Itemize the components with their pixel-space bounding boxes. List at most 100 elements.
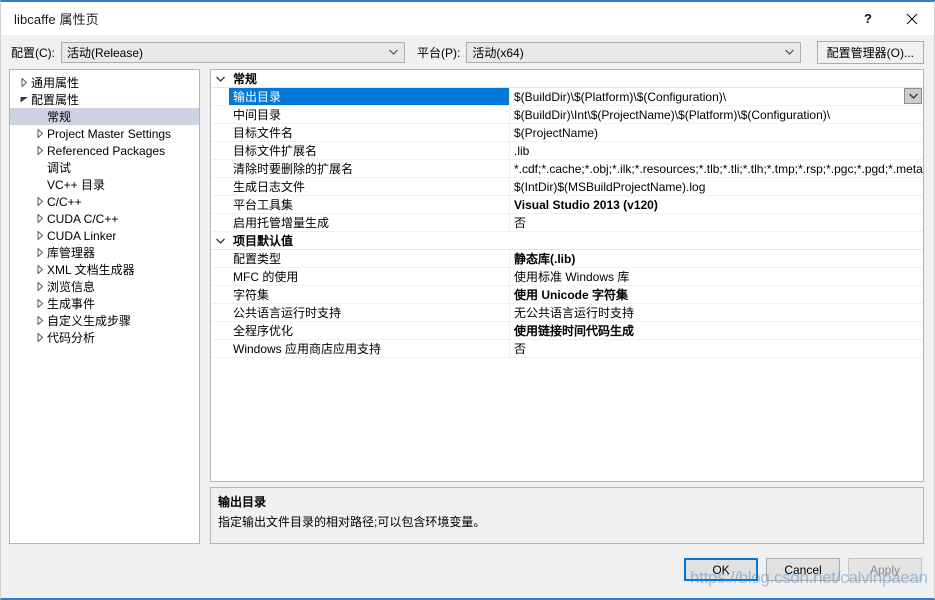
chevron-right-icon[interactable] <box>34 146 47 155</box>
chevron-down-icon[interactable] <box>211 70 229 87</box>
property-name: MFC 的使用 <box>233 270 299 284</box>
sidebar-item[interactable]: 通用属性 <box>10 74 199 91</box>
sidebar-item[interactable]: 生成事件 <box>10 295 199 312</box>
right-panel: 常规 输出目录 $(BuildDir)\$(Platform)\$(Configur… <box>210 69 924 544</box>
property-value[interactable]: $(IntDir)$(MSBuildProjectName).log <box>509 178 923 195</box>
property-value[interactable]: 使用链接时间代码生成 <box>509 322 923 339</box>
chevron-down-icon <box>908 93 918 99</box>
sidebar-item[interactable]: 自定义生成步骤 <box>10 312 199 329</box>
property-row[interactable]: 清除时要删除的扩展名 *.cdf;*.cache;*.obj;*.ilk;*.re… <box>211 160 923 178</box>
chevron-right-icon[interactable] <box>34 333 47 342</box>
chevron-down-icon <box>785 49 795 55</box>
property-row[interactable]: 字符集 使用 Unicode 字符集 <box>211 286 923 304</box>
configuration-manager-button[interactable]: 配置管理器(O)... <box>816 40 924 64</box>
question-mark-icon: ? <box>864 11 872 26</box>
sidebar-item[interactable]: 常规 <box>10 108 199 125</box>
sidebar-item[interactable]: XML 文档生成器 <box>10 261 199 278</box>
row-indent <box>211 124 229 141</box>
property-value[interactable]: 无公共语言运行时支持 <box>509 304 923 321</box>
row-indent <box>211 196 229 213</box>
row-indent <box>211 250 229 267</box>
configuration-bar: 配置(C): 活动(Release) 平台(P): 活动(x64) 配置管理器(… <box>1 35 934 69</box>
value-dropdown-button[interactable] <box>904 88 922 104</box>
property-name: 中间目录 <box>233 108 282 122</box>
property-value[interactable]: $(BuildDir)\$(Platform)\$(Configuration)… <box>509 88 923 105</box>
row-indent <box>211 268 229 285</box>
property-row[interactable]: 生成日志文件 $(IntDir)$(MSBuildProjectName).log <box>211 178 923 196</box>
property-row[interactable]: 中间目录 $(BuildDir)\Int\$(ProjectName)\$(Pla… <box>211 106 923 124</box>
sidebar-item-label: 浏览信息 <box>47 280 96 294</box>
property-section-header[interactable]: 常规 <box>211 70 923 88</box>
property-name: 输出目录 <box>229 88 509 105</box>
row-indent <box>211 160 229 177</box>
property-row[interactable]: 目标文件扩展名 .lib <box>211 142 923 160</box>
property-row[interactable]: 平台工具集 Visual Studio 2013 (v120) <box>211 196 923 214</box>
property-row[interactable]: 目标文件名 $(ProjectName) <box>211 124 923 142</box>
property-value[interactable]: Visual Studio 2013 (v120) <box>509 196 923 213</box>
property-row[interactable]: 启用托管增量生成 否 <box>211 214 923 232</box>
chevron-right-icon[interactable] <box>34 248 47 257</box>
apply-button[interactable]: Apply <box>848 558 922 581</box>
help-button[interactable]: ? <box>846 2 890 35</box>
property-row[interactable]: MFC 的使用 使用标准 Windows 库 <box>211 268 923 286</box>
property-row[interactable]: 公共语言运行时支持 无公共语言运行时支持 <box>211 304 923 322</box>
sidebar-item[interactable]: Project Master Settings <box>10 125 199 142</box>
row-indent <box>211 106 229 123</box>
sidebar-item[interactable]: 浏览信息 <box>10 278 199 295</box>
property-value[interactable]: $(BuildDir)\Int\$(ProjectName)\$(Platfor… <box>509 106 923 123</box>
description-title: 输出目录 <box>218 495 267 509</box>
property-value[interactable]: 否 <box>509 214 923 231</box>
property-value[interactable]: *.cdf;*.cache;*.obj;*.ilk;*.resources;*.… <box>509 160 923 177</box>
chevron-right-icon[interactable] <box>34 299 47 308</box>
configuration-select[interactable]: 活动(Release) <box>61 41 405 63</box>
sidebar-item-label: VC++ 目录 <box>47 178 106 192</box>
property-value[interactable]: 使用 Unicode 字符集 <box>509 286 923 303</box>
platform-select[interactable]: 活动(x64) <box>466 41 802 63</box>
chevron-right-icon[interactable] <box>34 129 47 138</box>
cancel-button[interactable]: Cancel <box>766 558 840 581</box>
chevron-right-icon[interactable] <box>34 197 47 206</box>
chevron-right-icon[interactable] <box>34 265 47 274</box>
property-value[interactable]: $(ProjectName) <box>509 124 923 141</box>
chevron-down-icon[interactable] <box>18 96 31 103</box>
sidebar-item[interactable]: VC++ 目录 <box>10 176 199 193</box>
property-row[interactable]: Windows 应用商店应用支持 否 <box>211 340 923 358</box>
row-indent <box>211 322 229 339</box>
sidebar-item-label: CUDA C/C++ <box>47 211 119 226</box>
sidebar-item[interactable]: 配置属性 <box>10 91 199 108</box>
page-title: libcaffe 属性页 <box>14 12 99 27</box>
sidebar-item[interactable]: C/C++ <box>10 193 199 210</box>
chevron-right-icon[interactable] <box>34 214 47 223</box>
property-name: Windows 应用商店应用支持 <box>233 342 382 356</box>
chevron-down-icon <box>389 49 398 55</box>
description-text: 指定输出文件目录的相对路径;可以包含环境变量。 <box>218 515 486 529</box>
close-button[interactable] <box>890 2 934 35</box>
chevron-right-icon[interactable] <box>34 282 47 291</box>
chevron-down-icon[interactable] <box>211 232 229 249</box>
property-value[interactable]: 使用标准 Windows 库 <box>509 268 923 285</box>
property-tree[interactable]: 通用属性 配置属性常规 Project Master Settings Referen… <box>9 69 200 544</box>
property-value[interactable]: .lib <box>509 142 923 159</box>
chevron-right-icon[interactable] <box>34 231 47 240</box>
property-section-header[interactable]: 项目默认值 <box>211 232 923 250</box>
property-row[interactable]: 全程序优化 使用链接时间代码生成 <box>211 322 923 340</box>
chevron-right-icon[interactable] <box>34 316 47 325</box>
sidebar-item-label: 生成事件 <box>47 297 96 311</box>
property-row[interactable]: 输出目录 $(BuildDir)\$(Platform)\$(Configurat… <box>211 88 923 106</box>
chevron-right-icon[interactable] <box>18 78 31 87</box>
sidebar-item[interactable]: Referenced Packages <box>10 142 199 159</box>
property-section-label: 项目默认值 <box>233 234 294 248</box>
sidebar-item[interactable]: 调试 <box>10 159 199 176</box>
sidebar-item[interactable]: CUDA Linker <box>10 227 199 244</box>
property-value[interactable]: 静态库(.lib) <box>509 250 923 267</box>
property-value[interactable]: 否 <box>509 340 923 357</box>
platform-label: 平台(P): <box>417 45 461 60</box>
sidebar-item-label: 常规 <box>47 110 72 124</box>
sidebar-item-label: 调试 <box>47 161 72 175</box>
property-row[interactable]: 配置类型 静态库(.lib) <box>211 250 923 268</box>
ok-button[interactable]: OK <box>684 558 758 581</box>
sidebar-item[interactable]: CUDA C/C++ <box>10 210 199 227</box>
sidebar-item[interactable]: 代码分析 <box>10 329 199 346</box>
property-grid[interactable]: 常规 输出目录 $(BuildDir)\$(Platform)\$(Configur… <box>210 69 924 482</box>
sidebar-item[interactable]: 库管理器 <box>10 244 199 261</box>
